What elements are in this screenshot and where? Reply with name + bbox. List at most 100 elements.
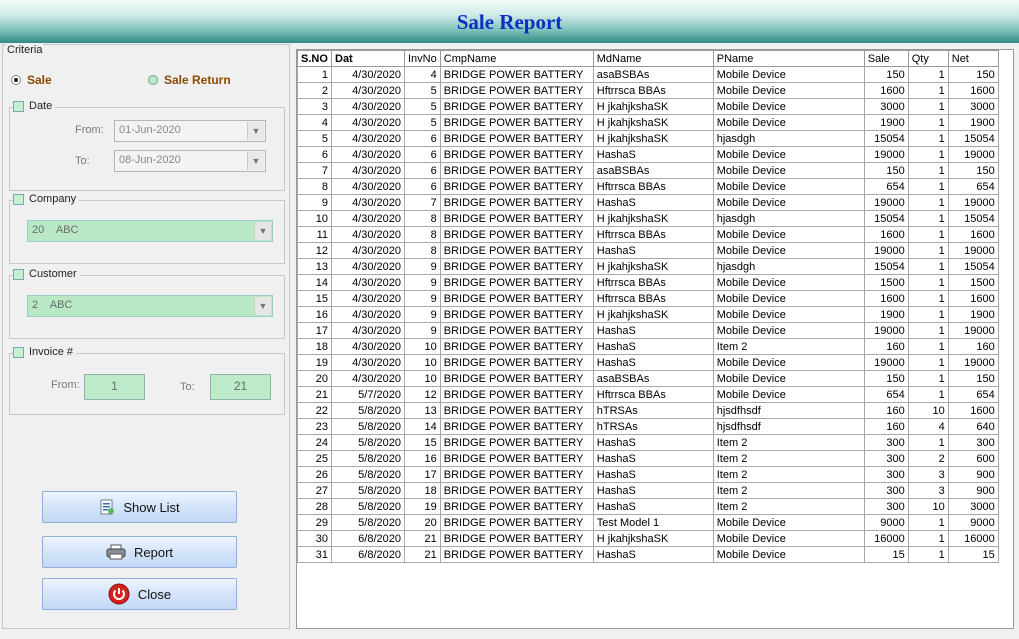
- cell-pname: Mobile Device: [712, 146, 865, 163]
- cell-cmpname: BRIDGE POWER BATTERY: [439, 226, 594, 243]
- column-header-date[interactable]: Dat: [331, 50, 405, 67]
- cell-sale: 150: [863, 162, 909, 179]
- table-row[interactable]: 19 4/30/2020 10 BRIDGE POWER BATTERY HashaS M…: [297, 354, 999, 371]
- cell-cmpname: BRIDGE POWER BATTERY: [439, 306, 594, 323]
- close-button[interactable]: Close: [42, 578, 237, 610]
- table-row[interactable]: 23 5/8/2020 14 BRIDGE POWER BATTERY hTRSAs hj…: [297, 418, 999, 435]
- table-row[interactable]: 29 5/8/2020 20 BRIDGE POWER BATTERY Test Mod…: [297, 514, 999, 531]
- date-from-picker[interactable]: 01-Jun-2020 ▼: [114, 120, 266, 142]
- table-row[interactable]: 13 4/30/2020 9 BRIDGE POWER BATTERY H jkahjk…: [297, 258, 999, 275]
- cell-pname: Item 2: [712, 338, 865, 355]
- cell-sno: 26: [297, 466, 332, 483]
- cell-mdname: HashaS: [592, 450, 714, 467]
- table-row[interactable]: 26 5/8/2020 17 BRIDGE POWER BATTERY HashaS It…: [297, 466, 999, 483]
- sale-return-radio[interactable]: Sale Return: [148, 73, 231, 87]
- cell-invno: 9: [404, 322, 441, 339]
- table-row[interactable]: 14 4/30/2020 9 BRIDGE POWER BATTERY Hftrrsca…: [297, 274, 999, 291]
- sale-radio[interactable]: Sale: [11, 73, 52, 87]
- table-row[interactable]: 30 6/8/2020 21 BRIDGE POWER BATTERY H jkahjk…: [297, 530, 999, 547]
- table-row[interactable]: 2 4/30/2020 5 BRIDGE POWER BATTERY Hftrrsca …: [297, 82, 999, 99]
- cell-date: 4/30/2020: [331, 194, 405, 211]
- chevron-down-icon[interactable]: ▼: [254, 297, 271, 315]
- table-row[interactable]: 25 5/8/2020 16 BRIDGE POWER BATTERY HashaS It…: [297, 450, 999, 467]
- cell-mdname: HashaS: [592, 466, 714, 483]
- invoice-legend[interactable]: Invoice #: [13, 346, 77, 358]
- table-row[interactable]: 11 4/30/2020 8 BRIDGE POWER BATTERY Hftrrsca…: [297, 226, 999, 243]
- date-checkbox[interactable]: [13, 100, 24, 112]
- column-header-sno[interactable]: S.NO: [297, 50, 332, 67]
- chevron-down-icon[interactable]: ▼: [254, 222, 271, 240]
- chevron-down-icon[interactable]: ▼: [247, 122, 264, 140]
- table-row[interactable]: 22 5/8/2020 13 BRIDGE POWER BATTERY hTRSAs hj…: [297, 402, 999, 419]
- date-to-picker[interactable]: 08-Jun-2020 ▼: [114, 150, 266, 172]
- cell-cmpname: BRIDGE POWER BATTERY: [439, 290, 594, 307]
- table-row[interactable]: 31 6/8/2020 21 BRIDGE POWER BATTERY HashaS Mo…: [297, 546, 999, 563]
- table-row[interactable]: 18 4/30/2020 10 BRIDGE POWER BATTERY HashaS I…: [297, 338, 999, 355]
- chevron-down-icon[interactable]: ▼: [247, 152, 264, 170]
- cell-sale: 150: [863, 66, 909, 83]
- table-row[interactable]: 12 4/30/2020 8 BRIDGE POWER BATTERY HashaS Mo…: [297, 242, 999, 259]
- invoice-from-field[interactable]: 1: [84, 374, 145, 400]
- cell-sale: 3000: [863, 98, 909, 115]
- cell-net: 19000: [947, 242, 999, 259]
- report-label: Report: [133, 544, 174, 560]
- table-row[interactable]: 10 4/30/2020 8 BRIDGE POWER BATTERY H jkahjk…: [297, 210, 999, 227]
- table-row[interactable]: 20 4/30/2020 10 BRIDGE POWER BATTERY asaBSBA…: [297, 370, 999, 387]
- cell-net: 15: [947, 546, 999, 563]
- table-row[interactable]: 16 4/30/2020 9 BRIDGE POWER BATTERY H jkahjk…: [297, 306, 999, 323]
- cell-cmpname: BRIDGE POWER BATTERY: [439, 546, 594, 563]
- sales-grid[interactable]: S.NO Dat InvNo CmpName MdName PName Sale…: [296, 49, 1014, 629]
- column-header-pname[interactable]: PName: [712, 50, 865, 67]
- company-checkbox[interactable]: [13, 193, 24, 205]
- table-row[interactable]: 3 4/30/2020 5 BRIDGE POWER BATTERY H jkahjks…: [297, 98, 999, 115]
- list-icon: [99, 499, 115, 515]
- cell-sno: 7: [297, 162, 332, 179]
- cell-qty: 1: [907, 546, 949, 563]
- cell-cmpname: BRIDGE POWER BATTERY: [439, 178, 594, 195]
- table-row[interactable]: 28 5/8/2020 19 BRIDGE POWER BATTERY HashaS It…: [297, 498, 999, 515]
- table-row[interactable]: 17 4/30/2020 9 BRIDGE POWER BATTERY HashaS Mo…: [297, 322, 999, 339]
- column-header-sale[interactable]: Sale: [863, 50, 909, 67]
- cell-invno: 6: [404, 130, 441, 147]
- column-header-invno[interactable]: InvNo: [404, 50, 441, 67]
- show-list-button[interactable]: Show List: [42, 491, 237, 523]
- table-row[interactable]: 4 4/30/2020 5 BRIDGE POWER BATTERY H jkahjks…: [297, 114, 999, 131]
- company-select[interactable]: 20 ABC ▼: [27, 220, 273, 242]
- cell-qty: 2: [907, 450, 949, 467]
- table-row[interactable]: 5 4/30/2020 6 BRIDGE POWER BATTERY H jkahjks…: [297, 130, 999, 147]
- customer-checkbox[interactable]: [13, 268, 24, 280]
- cell-sno: 12: [297, 242, 332, 259]
- cell-cmpname: BRIDGE POWER BATTERY: [439, 514, 594, 531]
- table-row[interactable]: 15 4/30/2020 9 BRIDGE POWER BATTERY Hftrrsca…: [297, 290, 999, 307]
- customer-legend[interactable]: Customer: [13, 268, 80, 280]
- table-row[interactable]: 1 4/30/2020 4 BRIDGE POWER BATTERY asaBSBAs M…: [297, 66, 999, 83]
- table-row[interactable]: 21 5/7/2020 12 BRIDGE POWER BATTERY Hftrrsca…: [297, 386, 999, 403]
- cell-qty: 1: [907, 130, 949, 147]
- cell-invno: 9: [404, 306, 441, 323]
- column-header-qty[interactable]: Qty: [907, 50, 949, 67]
- cell-sale: 15: [863, 546, 909, 563]
- company-legend[interactable]: Company: [13, 193, 80, 205]
- table-row[interactable]: 6 4/30/2020 6 BRIDGE POWER BATTERY HashaS Mob…: [297, 146, 999, 163]
- report-button[interactable]: Report: [42, 536, 237, 568]
- cell-invno: 5: [404, 82, 441, 99]
- invoice-to-field[interactable]: 21: [210, 374, 271, 400]
- table-row[interactable]: 9 4/30/2020 7 BRIDGE POWER BATTERY HashaS Mob…: [297, 194, 999, 211]
- cell-mdname: Hftrrsca BBAs: [592, 226, 714, 243]
- cell-net: 654: [947, 386, 999, 403]
- cell-cmpname: BRIDGE POWER BATTERY: [439, 338, 594, 355]
- column-header-cmpname[interactable]: CmpName: [439, 50, 594, 67]
- customer-select[interactable]: 2 ABC ▼: [27, 295, 273, 317]
- table-row[interactable]: 7 4/30/2020 6 BRIDGE POWER BATTERY asaBSBAs M…: [297, 162, 999, 179]
- column-header-mdname[interactable]: MdName: [592, 50, 714, 67]
- date-legend[interactable]: Date: [13, 100, 56, 112]
- table-row[interactable]: 24 5/8/2020 15 BRIDGE POWER BATTERY HashaS It…: [297, 434, 999, 451]
- cell-sno: 28: [297, 498, 332, 515]
- table-row[interactable]: 8 4/30/2020 6 BRIDGE POWER BATTERY Hftrrsca …: [297, 178, 999, 195]
- cell-invno: 6: [404, 162, 441, 179]
- cell-sale: 1600: [863, 226, 909, 243]
- cell-date: 4/30/2020: [331, 354, 405, 371]
- column-header-net[interactable]: Net: [947, 50, 999, 67]
- table-row[interactable]: 27 5/8/2020 18 BRIDGE POWER BATTERY HashaS It…: [297, 482, 999, 499]
- invoice-checkbox[interactable]: [13, 346, 24, 358]
